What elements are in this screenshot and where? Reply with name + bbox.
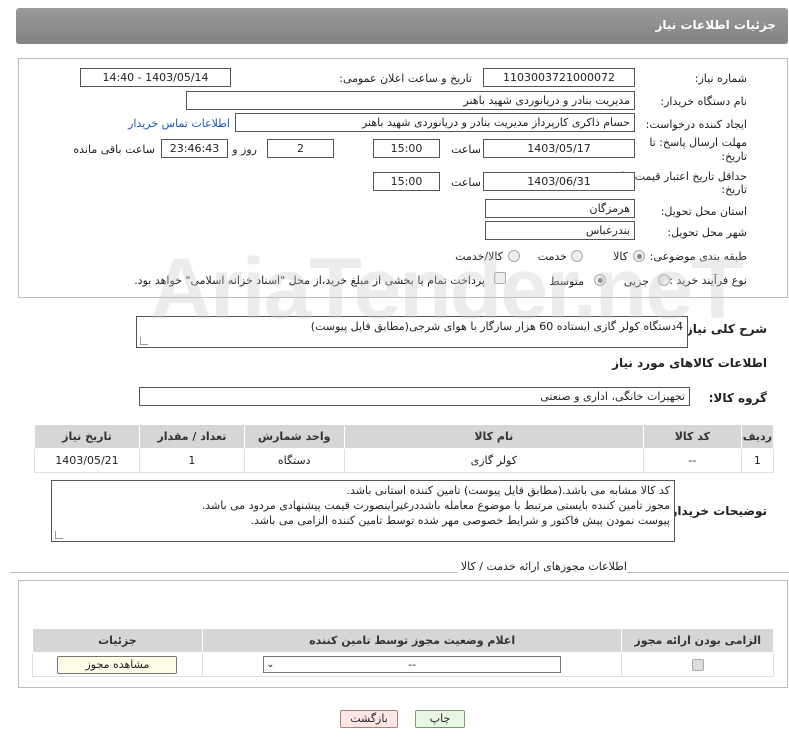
remaining-time-label: ساعت باقی مانده [73,143,155,156]
purchase-radio-minor[interactable] [658,274,670,286]
deadline-label-date: تاریخ: [721,150,747,163]
deadline-time-field: 15:00 [373,139,440,158]
buyer-notes-line: پیوست نمودن پیش فاکتور و شرایط خصوصی مهر… [250,514,670,527]
purchase-type-label: نوع فرآیند خرید : [669,274,747,287]
validity-label-date: تاریخ: [721,183,747,196]
description-text: 4دستگاه کولر گازی ایستاده 60 هزار سازگار… [310,320,683,333]
col-need-date: تاریخ نیاز [34,424,140,449]
resize-handle-icon[interactable] [55,531,63,539]
permits-table: الزامی بودن ارائه مجوز اعلام وضعیت مجوز … [32,628,774,677]
requester-field: حسام ذاکری کارپرداز مدیریت بنادر و دریان… [235,113,635,132]
resize-handle-icon[interactable] [140,337,148,345]
goods-info-title: اطلاعات کالاهای مورد نیاز [612,356,767,370]
permit-status-value: -- [408,658,417,671]
days-count-field: 2 [267,139,334,158]
treasury-payment-checkbox[interactable] [494,272,506,284]
goods-group-field: تجهیزات خانگی، اداری و صنعتی [139,387,690,406]
need-number-label: شماره نیاز: [694,72,747,85]
buyer-contact-link[interactable]: اطلاعات تماس خریدار [128,117,230,130]
page-title: جزئیات اطلاعات نیاز [655,18,776,32]
col-permit-required: الزامی بودن ارائه مجوز [621,628,774,653]
description-label: شرح کلی نیاز: [681,322,767,336]
col-row-number: ردیف [740,424,775,449]
col-permit-status: اعلام وضعیت مجوز توسط تامین کننده [201,628,623,653]
col-goods-name: نام کالا [343,424,644,449]
col-quantity: تعداد / مقدار [138,424,245,449]
category-option-goods: کالا [613,250,628,263]
announce-datetime-field: 1403/05/14 - 14:40 [80,68,231,87]
permits-title: اطلاعات مجوزهای ارائه خدمت / کالا [456,560,627,573]
cell-need-date: 1403/05/21 [34,448,140,473]
permits-divider [10,572,789,573]
description-textarea[interactable]: 4دستگاه کولر گازی ایستاده 60 هزار سازگار… [136,316,688,348]
page-header: جزئیات اطلاعات نیاز [16,8,788,44]
print-button[interactable]: چاپ [415,710,465,728]
goods-table: ردیف کد کالا نام کالا واحد شمارش تعداد /… [34,424,775,473]
buyer-notes-line: مجوز تامین کننده بایستی مرتبط با موضوع م… [201,499,670,512]
permits-table-header: الزامی بودن ارائه مجوز اعلام وضعیت مجوز … [32,628,774,653]
category-radio-both[interactable] [508,250,520,262]
purchase-option-minor: جزیی [623,275,649,288]
deadline-label: مهلت ارسال پاسخ: تا [649,136,747,149]
cell-row-number: 1 [740,448,775,473]
buyer-notes-line: کد کالا مشابه می باشد.(مطابق فایل پیوست)… [346,484,670,497]
buyer-notes-label: توضیحات خریدار: [665,504,767,518]
province-label: استان محل تحویل: [660,205,747,218]
purchase-radio-medium[interactable] [594,274,606,286]
treasury-payment-note: پرداخت تمام یا بخشی از مبلغ خرید،از محل … [134,274,485,287]
chevron-down-icon: ⌄ [266,659,275,670]
deadline-date-field: 1403/05/17 [483,139,635,158]
col-goods-code: کد کالا [642,424,742,449]
cell-permit-status: -- ⌄ [201,652,623,677]
validity-time-label: ساعت [451,176,481,189]
buyer-notes-textarea[interactable]: کد کالا مشابه می باشد.(مطابق فایل پیوست)… [51,480,675,542]
days-label: روز و [232,143,257,156]
permit-status-select[interactable]: -- ⌄ [263,656,562,673]
category-radio-service[interactable] [571,250,583,262]
province-field: هرمزگان [485,199,635,218]
permit-required-checkbox [691,659,704,671]
cell-goods-code: -- [642,448,742,473]
goods-group-label: گروه کالا: [708,391,767,405]
validity-date-field: 1403/06/31 [483,172,635,191]
col-unit: واحد شمارش [243,424,345,449]
city-field: بندرعباس [485,221,635,240]
deadline-time-label: ساعت [451,143,481,156]
remaining-time-field: 23:46:43 [161,139,228,158]
category-label: طبقه بندی موضوعی: [649,250,747,263]
cell-permit-required [621,652,774,677]
back-button[interactable]: بازگشت [340,710,398,728]
city-label: شهر محل تحویل: [667,226,747,239]
category-radio-goods[interactable] [633,250,645,262]
validity-label: حداقل تاریخ اعتبار قیمت: تا [621,170,747,183]
table-row: -- ⌄ مشاهده مجوز [32,652,774,677]
cell-permit-details: مشاهده مجوز [32,652,203,677]
validity-time-field: 15:00 [373,172,440,191]
col-permit-details: جزئیات [32,628,203,653]
cell-quantity: 1 [138,448,245,473]
cell-goods-name: کولر گازی [343,448,644,473]
table-row: 1 -- کولر گازی دستگاه 1 1403/05/21 [34,448,775,473]
buyer-org-field: مدیریت بنادر و دریانوردی شهید باهنر [186,91,635,110]
announce-datetime-label: تاریخ و ساعت اعلان عمومی: [339,72,472,85]
view-permit-button[interactable]: مشاهده مجوز [57,655,178,674]
category-option-both: کالا/خدمت [455,250,503,263]
category-option-service: خدمت [537,250,567,263]
need-number-field: 1103003721000072 [483,68,635,87]
requester-label: ایجاد کننده درخواست: [645,118,747,131]
cell-unit: دستگاه [243,448,345,473]
buyer-org-label: نام دستگاه خریدار: [660,95,747,108]
purchase-option-medium: متوسط [549,275,584,288]
goods-table-header: ردیف کد کالا نام کالا واحد شمارش تعداد /… [34,424,775,449]
